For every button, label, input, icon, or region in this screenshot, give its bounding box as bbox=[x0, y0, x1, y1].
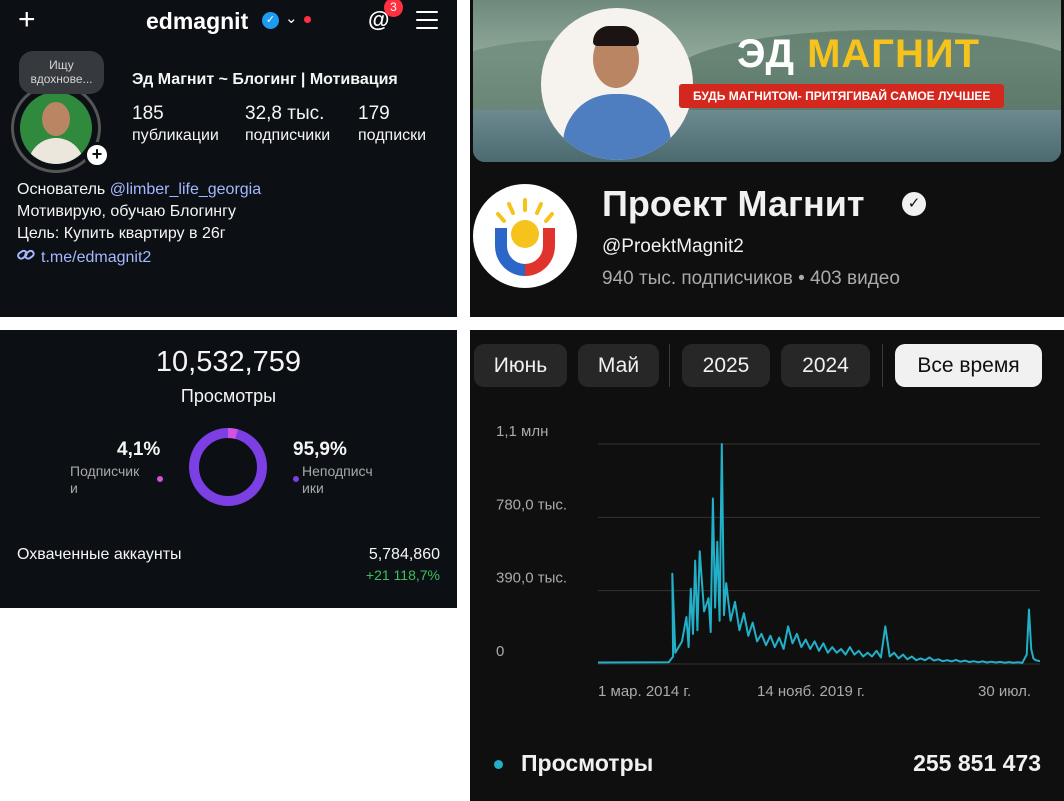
tab-2024[interactable]: 2024 bbox=[781, 344, 870, 387]
banner-title: ЭД МАГНИТ bbox=[737, 32, 980, 77]
add-story-icon[interactable]: + bbox=[84, 142, 110, 168]
followers-donut bbox=[189, 428, 267, 506]
video-count: 403 видео bbox=[810, 268, 900, 289]
bio-line: Цель: Купить квартиру в 26г bbox=[17, 225, 226, 242]
nonfollowers-label: Неподписч ики bbox=[302, 463, 373, 496]
legend-total: 255 851 473 bbox=[913, 750, 1041, 776]
display-name: Эд Магнит ~ Блогинг | Мотивация bbox=[132, 71, 398, 88]
channel-banner: ЭД МАГНИТ БУДЬ МАГНИТОМ- ПРИТЯГИВАЙ САМО… bbox=[473, 0, 1061, 162]
channel-logo[interactable] bbox=[473, 184, 577, 288]
link-icon bbox=[17, 248, 35, 267]
views-series-line bbox=[597, 443, 1041, 664]
bio-mention-link[interactable]: @limber_life_georgia bbox=[110, 181, 261, 198]
bio-line: Мотивирую, обучаю Блогингу bbox=[17, 203, 236, 220]
posts-count: 185 bbox=[132, 103, 164, 124]
subscriber-count: 940 тыс. подписчиков bbox=[602, 268, 793, 289]
nonfollowers-bullet bbox=[293, 476, 299, 482]
tab-all-time[interactable]: Все время bbox=[895, 344, 1042, 387]
banner-portrait bbox=[541, 8, 693, 160]
views-total: 10,532,759 bbox=[155, 346, 302, 378]
views-chart: 0 390,0 тыс. 780,0 тыс. 1,1 млн 1 мар. 2014 … bbox=[496, 423, 1041, 700]
verified-icon: ✓ bbox=[902, 192, 926, 216]
nonfollowers-percent: 95,9% bbox=[293, 439, 347, 460]
channel-name: Проект Магнит bbox=[602, 183, 865, 224]
channel-meta: 940 тыс. подписчиков • 403 видео bbox=[602, 268, 900, 290]
bio-prefix: Основатель bbox=[17, 181, 110, 198]
donut-nonfollowers-arc bbox=[189, 428, 267, 506]
reach-label: Охваченные аккаунты bbox=[17, 546, 182, 563]
threads-badge: 3 bbox=[384, 0, 403, 17]
posts-stat[interactable]: 185 публикации bbox=[132, 103, 219, 145]
link-text: t.me/edmagnit2 bbox=[41, 249, 152, 266]
x-tick-label: 30 июл. bbox=[978, 683, 1031, 700]
followers-label: Подписчик и bbox=[70, 463, 140, 496]
tab-2025[interactable]: 2025 bbox=[682, 344, 770, 387]
chevron-down-icon[interactable]: ⌄ bbox=[285, 9, 298, 27]
legend-dot bbox=[494, 760, 503, 769]
y-tick-label: 1,1 млн bbox=[496, 423, 548, 440]
views-label: Просмотры bbox=[180, 386, 277, 406]
insights-panel: 10,532,759 Просмотры 4,1% Подписчик и 95… bbox=[0, 330, 457, 608]
banner-title-white: ЭД bbox=[737, 32, 808, 76]
instagram-profile-panel: + edmagnit ✓ ⌄ @ 3 + Ищу вдохнове... Эд … bbox=[0, 0, 457, 317]
legend-label: Просмотры bbox=[521, 750, 654, 776]
analytics-panel: Июнь Май 2025 2024 Все время 0 390,0 тыс.… bbox=[470, 330, 1064, 801]
followers-stat[interactable]: 32,8 тыс. подписчики bbox=[245, 103, 330, 145]
y-tick-label: 390,0 тыс. bbox=[496, 570, 567, 587]
followers-count: 32,8 тыс. bbox=[245, 103, 325, 124]
reach-delta: +21 118,7% bbox=[365, 567, 440, 583]
profile-link[interactable]: t.me/edmagnit2 bbox=[17, 248, 151, 267]
x-tick-label: 14 нояб. 2019 г. bbox=[757, 683, 865, 700]
bio: Основатель @limber_life_georgia Мотивиру… bbox=[17, 179, 261, 245]
note-bubble[interactable]: Ищу вдохнове... bbox=[19, 51, 104, 94]
x-tick-label: 1 мар. 2014 г. bbox=[598, 683, 691, 700]
posts-label: публикации bbox=[132, 127, 219, 144]
plus-icon[interactable]: + bbox=[18, 5, 36, 35]
menu-icon[interactable] bbox=[416, 11, 438, 29]
y-tick-label: 780,0 тыс. bbox=[496, 496, 567, 513]
banner-tagline: БУДЬ МАГНИТОМ- ПРИТЯГИВАЙ САМОЕ ЛУЧШЕЕ bbox=[679, 84, 1005, 108]
following-count: 179 bbox=[358, 103, 390, 124]
tab-divider bbox=[669, 344, 670, 387]
username[interactable]: edmagnit bbox=[146, 8, 248, 35]
tab-june[interactable]: Июнь bbox=[474, 344, 567, 387]
reach-value: 5,784,860 bbox=[368, 546, 440, 563]
meta-separator: • bbox=[798, 268, 805, 289]
tab-may[interactable]: Май bbox=[578, 344, 659, 387]
youtube-channel-panel: ЭД МАГНИТ БУДЬ МАГНИТОМ- ПРИТЯГИВАЙ САМО… bbox=[470, 0, 1064, 317]
avatar-photo bbox=[20, 92, 92, 164]
notification-dot bbox=[304, 16, 311, 23]
tab-divider bbox=[882, 344, 883, 387]
y-tick-label: 0 bbox=[496, 643, 504, 660]
banner-title-yellow: МАГНИТ bbox=[807, 32, 981, 76]
followers-label: подписчики bbox=[245, 127, 331, 144]
followers-percent: 4,1% bbox=[117, 439, 161, 460]
profile-header: + edmagnit ✓ ⌄ @ 3 bbox=[0, 0, 457, 42]
channel-handle: @ProektMagnit2 bbox=[602, 236, 744, 257]
verified-icon: ✓ bbox=[262, 12, 279, 29]
following-stat[interactable]: 179 подписки bbox=[358, 103, 426, 145]
following-label: подписки bbox=[358, 127, 427, 144]
followers-bullet bbox=[157, 476, 163, 482]
